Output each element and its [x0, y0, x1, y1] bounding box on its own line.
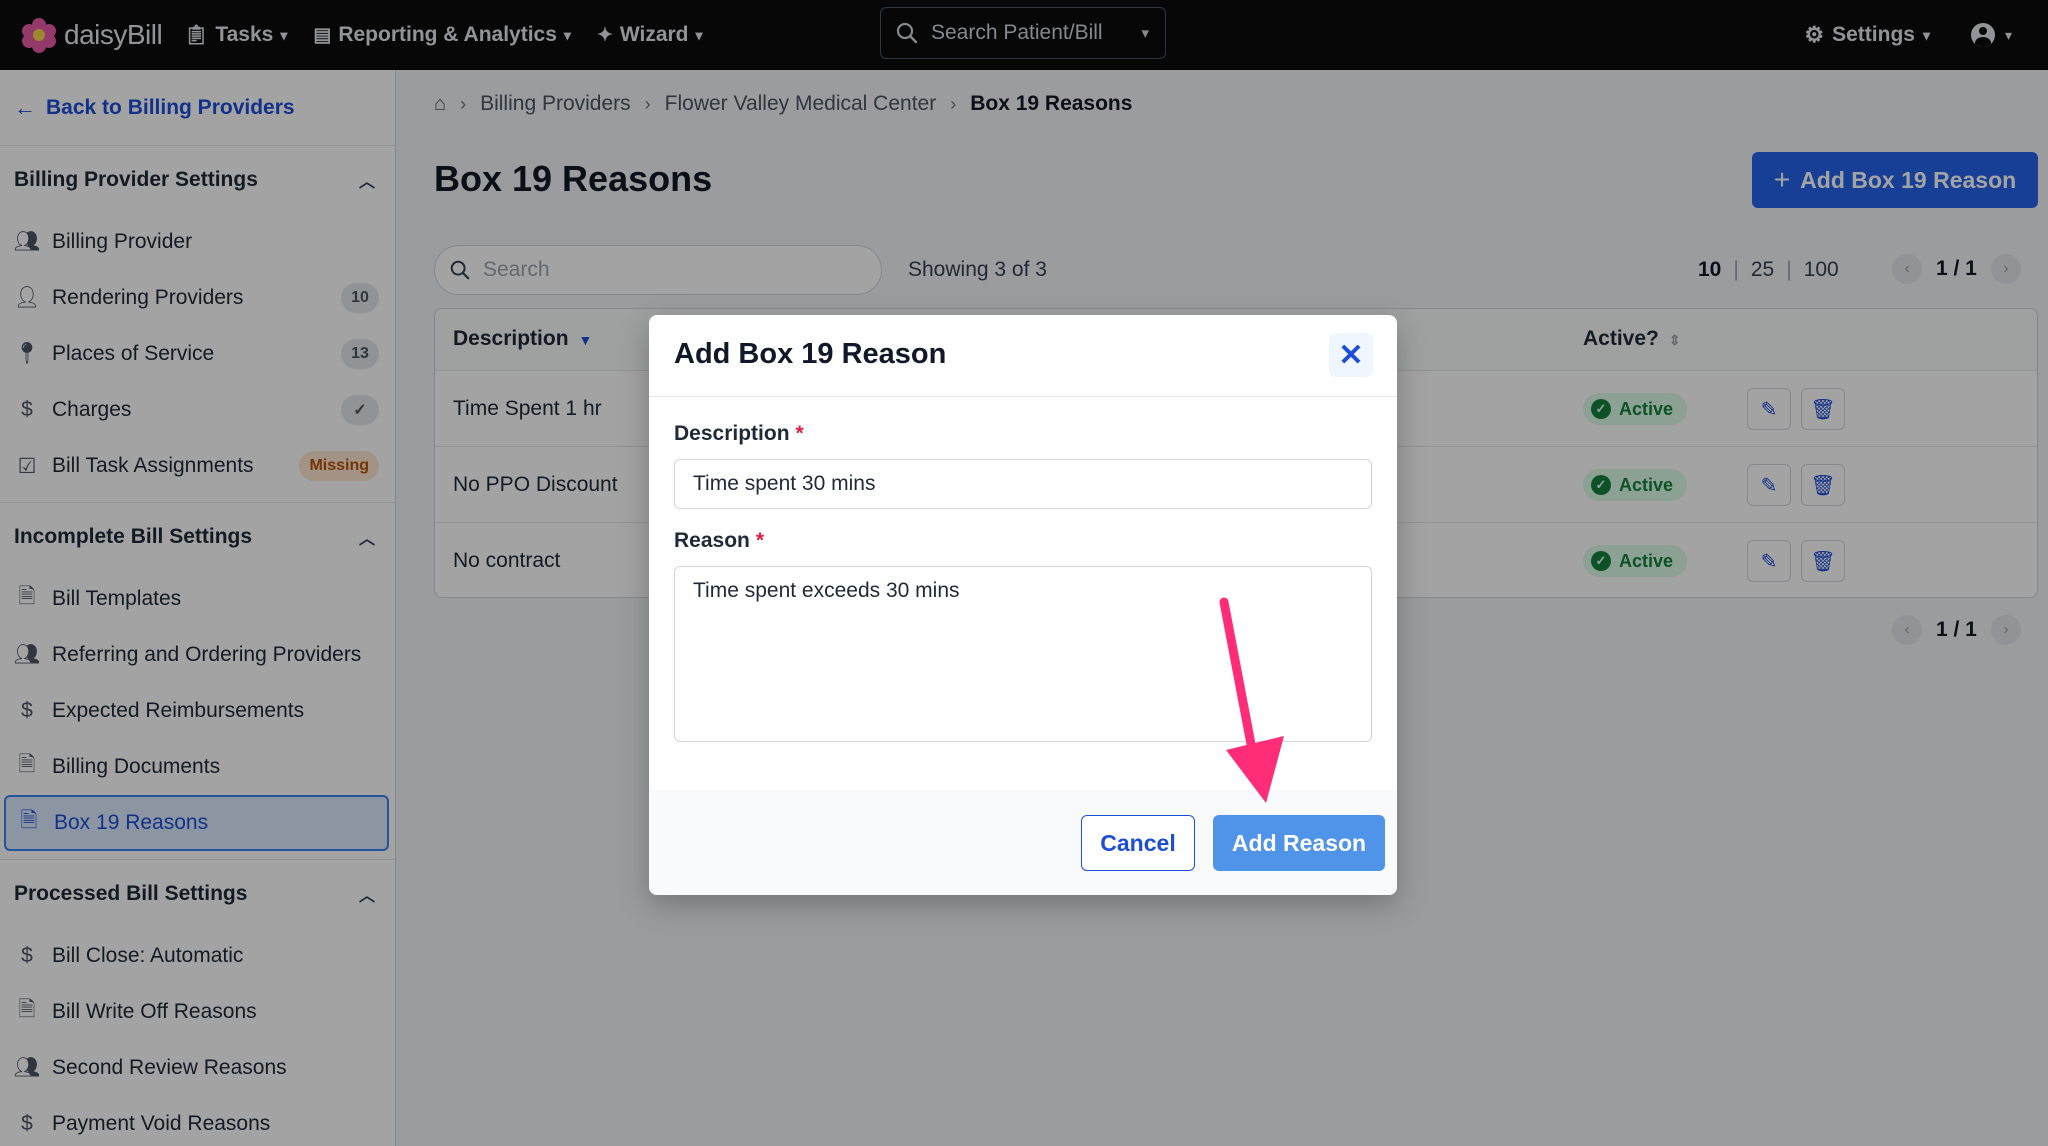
close-button[interactable]: ✕	[1329, 333, 1373, 377]
modal-header: Add Box 19 Reason ✕	[649, 315, 1397, 397]
add-reason-button[interactable]: Add Reason	[1213, 815, 1385, 871]
close-icon: ✕	[1338, 338, 1364, 372]
required-asterisk: *	[755, 529, 765, 552]
modal-title: Add Box 19 Reason	[674, 338, 947, 370]
label-text: Reason	[674, 529, 750, 552]
description-label: Description *	[674, 422, 804, 446]
reason-field[interactable]: Time spent exceeds 30 mins	[674, 566, 1372, 742]
reason-label: Reason *	[674, 529, 764, 553]
modal-body: Description* Reason* Time spent exceeds …	[649, 397, 1397, 787]
description-field[interactable]	[674, 459, 1372, 509]
required-asterisk: *	[795, 422, 804, 445]
add-box-19-reason-modal: Add Box 19 Reason ✕ Description* Reason*…	[649, 315, 1397, 895]
modal-footer: Cancel Add Reason	[649, 790, 1397, 895]
cancel-button[interactable]: Cancel	[1081, 815, 1195, 871]
label-text: Description	[674, 422, 790, 445]
